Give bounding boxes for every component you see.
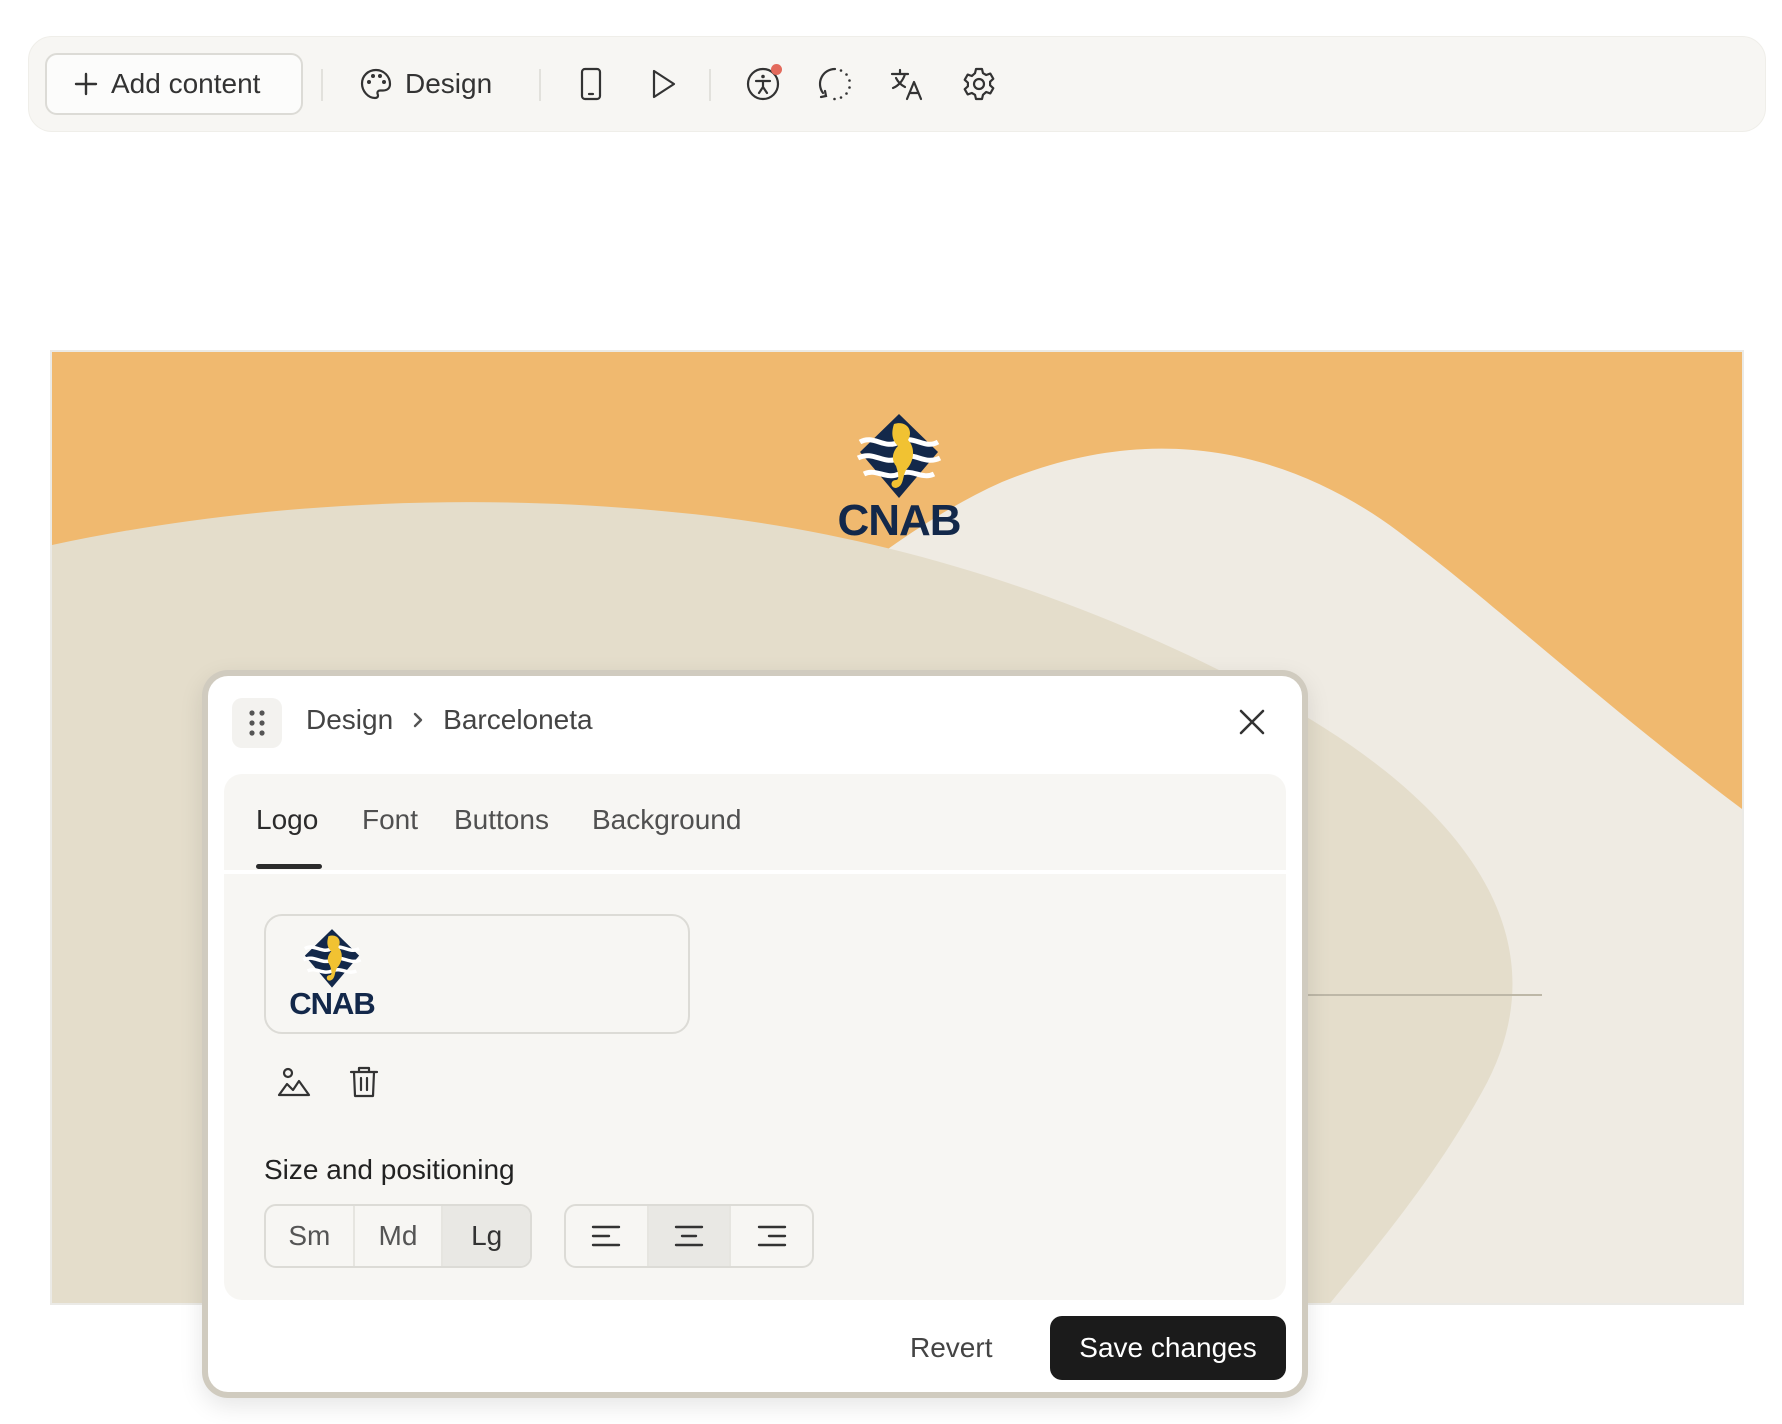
notification-dot [771, 64, 782, 75]
mobile-preview-icon [576, 67, 606, 101]
palette-icon [359, 67, 393, 101]
design-button[interactable]: Design [359, 53, 492, 115]
logo-preview-wordmark: CNAB [289, 986, 376, 1021]
editor-toolbar: Add content Design [28, 36, 1766, 132]
loading-button[interactable] [809, 58, 861, 110]
play-icon [647, 67, 679, 101]
close-button[interactable] [1228, 698, 1276, 746]
save-changes-button[interactable]: Save changes [1050, 1316, 1286, 1380]
logo-preview: CNAB [284, 926, 380, 1022]
tab-font[interactable]: Font [362, 804, 418, 836]
loading-circle-icon [817, 66, 853, 102]
size-option-lg[interactable]: Lg [443, 1206, 530, 1266]
hero-logo-wordmark: CNAB [837, 496, 961, 545]
add-content-button[interactable]: Add content [45, 53, 303, 115]
mobile-preview-button[interactable] [565, 58, 617, 110]
size-option-md[interactable]: Md [355, 1206, 444, 1266]
toolbar-divider [539, 69, 541, 101]
revert-button[interactable]: Revert [910, 1316, 992, 1380]
align-left-icon [590, 1223, 622, 1249]
drag-handle[interactable] [232, 698, 282, 748]
trash-icon [349, 1065, 379, 1099]
play-preview-button[interactable] [637, 58, 689, 110]
align-center-icon [673, 1223, 705, 1249]
seahorse-emblem [856, 414, 942, 498]
drag-dots-icon [248, 709, 266, 737]
delete-logo-button[interactable] [346, 1064, 382, 1100]
replace-image-button[interactable] [276, 1064, 312, 1100]
chevron-right-icon [411, 710, 425, 730]
image-icon [277, 1066, 311, 1098]
align-center-button[interactable] [648, 1206, 732, 1266]
logo-upload-preview[interactable]: CNAB [264, 914, 690, 1034]
gear-icon [961, 66, 997, 102]
align-right-icon [756, 1223, 788, 1249]
tab-buttons[interactable]: Buttons [454, 804, 549, 836]
add-content-label: Add content [111, 68, 261, 99]
breadcrumb: Design Barceloneta [306, 704, 593, 736]
settings-button[interactable] [953, 58, 1005, 110]
logo-size-selector: Sm Md Lg [264, 1204, 532, 1268]
accessibility-button[interactable] [737, 58, 789, 110]
tab-background[interactable]: Background [592, 804, 741, 836]
toolbar-divider [321, 69, 323, 101]
align-right-button[interactable] [731, 1206, 812, 1266]
logo-alignment-selector [564, 1204, 814, 1268]
breadcrumb-root[interactable]: Design [306, 704, 393, 736]
preview-divider-line [1302, 994, 1542, 996]
logo-actions [276, 1064, 382, 1100]
design-panel: Design Barceloneta Logo Font Buttons Bac… [202, 670, 1308, 1398]
panel-body: Logo Font Buttons Background CNAB Size a… [224, 774, 1286, 1300]
tab-logo[interactable]: Logo [256, 804, 318, 836]
design-label: Design [405, 68, 493, 99]
translate-button[interactable] [881, 58, 933, 110]
hero-logo: CNAB [830, 410, 968, 546]
plus-icon [73, 71, 99, 97]
align-left-button[interactable] [566, 1206, 649, 1266]
design-tabs: Logo Font Buttons Background [224, 774, 1286, 874]
seahorse-emblem [302, 929, 362, 988]
size-and-positioning-label: Size and positioning [264, 1154, 515, 1185]
close-icon [1237, 707, 1267, 737]
translate-icon [889, 66, 925, 102]
active-tab-indicator [256, 864, 322, 869]
breadcrumb-current: Barceloneta [443, 704, 593, 735]
size-option-sm[interactable]: Sm [266, 1206, 355, 1266]
toolbar-divider [709, 69, 711, 101]
